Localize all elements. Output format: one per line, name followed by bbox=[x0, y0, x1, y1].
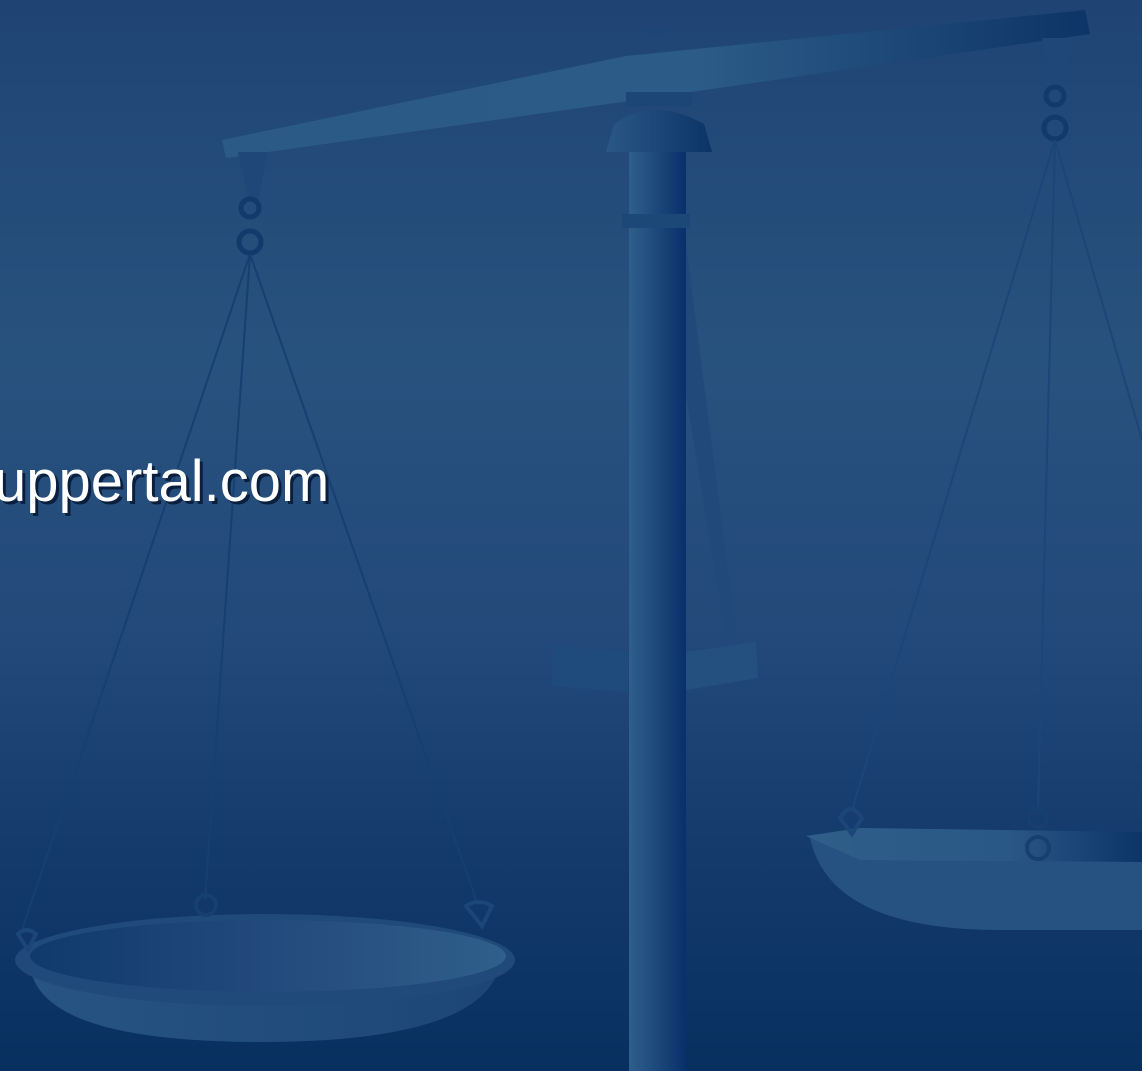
central-pole bbox=[622, 152, 690, 1071]
scales-of-justice-illustration bbox=[15, 10, 1142, 1071]
right-chains bbox=[851, 139, 1142, 813]
left-chains bbox=[21, 253, 479, 931]
slide-text: uppertal.com bbox=[0, 449, 330, 514]
right-pan bbox=[806, 807, 1142, 930]
left-hanger bbox=[236, 152, 268, 256]
left-pan bbox=[15, 893, 515, 1042]
right-hanger bbox=[1041, 38, 1074, 142]
